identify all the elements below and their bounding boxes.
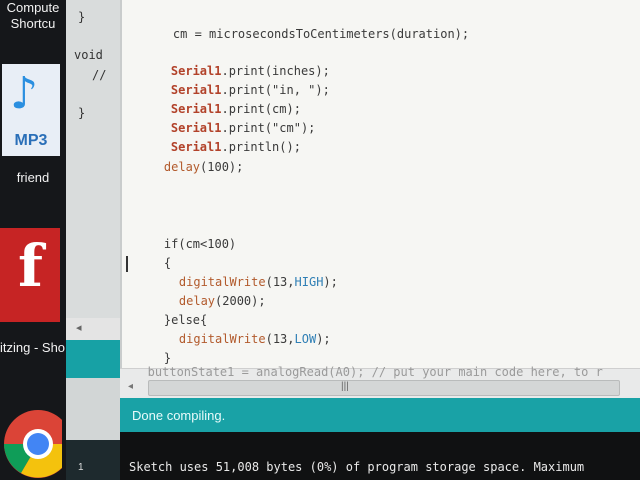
background-console: 1 <box>66 440 120 480</box>
partially-visible-code-line: buttonState1 = analogRead(A0); // put yo… <box>126 365 603 379</box>
mp3-shortcut[interactable]: ♪ MP3 <box>2 64 60 156</box>
code-text: } <box>163 351 172 365</box>
background-panel <box>66 378 120 440</box>
code-line-digitalwrite-low: digitalWrite(13,LOW); <box>150 315 331 363</box>
high-constant: HIGH <box>294 275 324 289</box>
background-scrollbar[interactable]: ◂ <box>66 318 120 340</box>
status-bar: Done compiling. <box>120 398 640 432</box>
scrollbar-thumb[interactable]: ||| <box>148 380 620 396</box>
code-line-delay-100: delay(100); <box>135 143 243 191</box>
scroll-left-icon[interactable]: ◂ <box>76 321 82 334</box>
console-message: Sketch uses 51,008 bytes (0%) of program… <box>129 460 585 474</box>
code-text: ); <box>323 275 338 289</box>
music-note-icon: ♪ <box>10 68 39 119</box>
low-constant: LOW <box>294 332 317 346</box>
code-text: cm = microsecondsToCentimeters(duration)… <box>172 27 470 41</box>
code-line: } <box>78 10 86 24</box>
computer-shortcut-label: Compute <box>6 0 60 15</box>
code-line: // <box>92 68 107 82</box>
code-text: (13, <box>265 275 295 289</box>
scroll-left-icon[interactable]: ◂ <box>128 381 133 392</box>
delay-keyword: delay <box>163 160 201 174</box>
code-editor[interactable]: cm = microsecondsToCentimeters(duration)… <box>120 0 640 368</box>
computer-shortcut-label-2: Shortcu <box>10 16 56 31</box>
text-cursor <box>126 256 128 272</box>
code-text: (100); <box>200 160 244 174</box>
f-logo-icon: f <box>18 232 43 300</box>
digitalwrite-keyword: digitalWrite <box>178 332 266 346</box>
friend-label: friend <box>16 170 50 185</box>
code-line: } <box>78 106 86 120</box>
horizontal-scrollbar[interactable]: buttonState1 = analogRead(A0); // put yo… <box>120 365 640 399</box>
chrome-icon[interactable] <box>0 402 62 480</box>
shortcut-label: itzing - Sho <box>0 340 66 355</box>
code-text: if(cm<100) <box>163 237 237 251</box>
desktop-strip: Compute Shortcu ♪ MP3 friend f itzing - … <box>0 0 66 480</box>
status-message: Done compiling. <box>132 408 226 423</box>
code-text: (13, <box>265 332 295 346</box>
code-line: void <box>74 48 103 62</box>
red-app-shortcut[interactable]: f <box>0 228 60 322</box>
mp3-label: MP3 <box>14 132 48 149</box>
output-console[interactable]: Sketch uses 51,008 bytes (0%) of program… <box>120 432 640 480</box>
code-line-brace-close: } <box>135 334 171 368</box>
code-text: (2000); <box>215 294 266 308</box>
scrollbar-grip-icon: ||| <box>341 381 349 392</box>
background-status-bar <box>66 340 120 378</box>
code-text: ); <box>316 332 331 346</box>
background-editor-window: } void // } ◂ 1 <box>66 0 120 480</box>
line-number: 1 <box>78 462 84 473</box>
